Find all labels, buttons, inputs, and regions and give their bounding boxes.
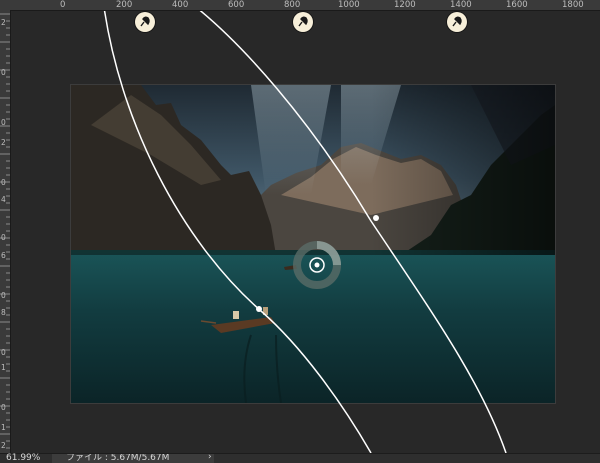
ruler-tick-label: 200 <box>116 0 133 10</box>
ruler-tick-label: 1400 <box>450 0 472 10</box>
ruler-tick-label: 0 <box>1 233 6 242</box>
horizontal-ruler[interactable]: 0 200 400 600 800 1000 1200 1400 1600 18… <box>0 0 600 11</box>
ruler-tick-label: 0 <box>60 0 66 10</box>
vertical-ruler-ticks: 2 0 0 2 0 4 0 6 0 8 0 1 0 1 2 <box>0 13 10 450</box>
ruler-tick-label: 0 <box>1 403 6 412</box>
ruler-tick-label: 600 <box>228 0 245 10</box>
pin-icon[interactable] <box>447 12 467 32</box>
ruler-tick-label: 1200 <box>394 0 416 10</box>
ruler-tick-label: 8 <box>1 308 6 317</box>
ruler-tick-label: 1800 <box>562 0 584 10</box>
gradient-guide-curve-left[interactable] <box>103 11 372 453</box>
ruler-tick-label: 1000 <box>338 0 360 10</box>
pin-icon <box>452 16 462 27</box>
vertical-ruler[interactable]: 2 0 0 2 0 4 0 6 0 8 0 1 0 1 2 <box>0 10 11 453</box>
ruler-tick-label: 0 <box>1 291 6 300</box>
ruler-tick-label: 6 <box>1 251 6 260</box>
pin-icon[interactable] <box>135 12 155 32</box>
radial-center-icon[interactable] <box>293 241 341 289</box>
pin-icon[interactable] <box>293 12 313 32</box>
pin-icon <box>298 16 308 27</box>
ruler-tick-label: 0 <box>1 118 6 127</box>
ruler-tick-label: 2 <box>1 441 6 450</box>
curve-handle-right[interactable] <box>373 215 379 221</box>
ruler-tick-label: 800 <box>284 0 301 10</box>
status-menu-arrow[interactable]: › <box>208 453 212 462</box>
curve-handle-left[interactable] <box>256 306 262 312</box>
ruler-tick-label: 400 <box>172 0 189 10</box>
ruler-tick-label: 1 <box>1 423 6 432</box>
gradient-guide-curve-right[interactable] <box>187 11 507 453</box>
gradient-filter-overlay <box>103 11 507 453</box>
ruler-tick-label: 2 <box>1 18 6 27</box>
ruler-tick-label: 0 <box>1 68 6 77</box>
ruler-tick-label: 1600 <box>506 0 528 10</box>
pin-icon <box>140 16 150 27</box>
ruler-tick-label: 0 <box>1 178 6 187</box>
ruler-tick-label: 2 <box>1 138 6 147</box>
ruler-tick-label: 0 <box>1 348 6 357</box>
document-canvas[interactable] <box>11 11 600 453</box>
ruler-tick-label: 4 <box>1 195 6 204</box>
ruler-tick-label: 1 <box>1 363 6 372</box>
